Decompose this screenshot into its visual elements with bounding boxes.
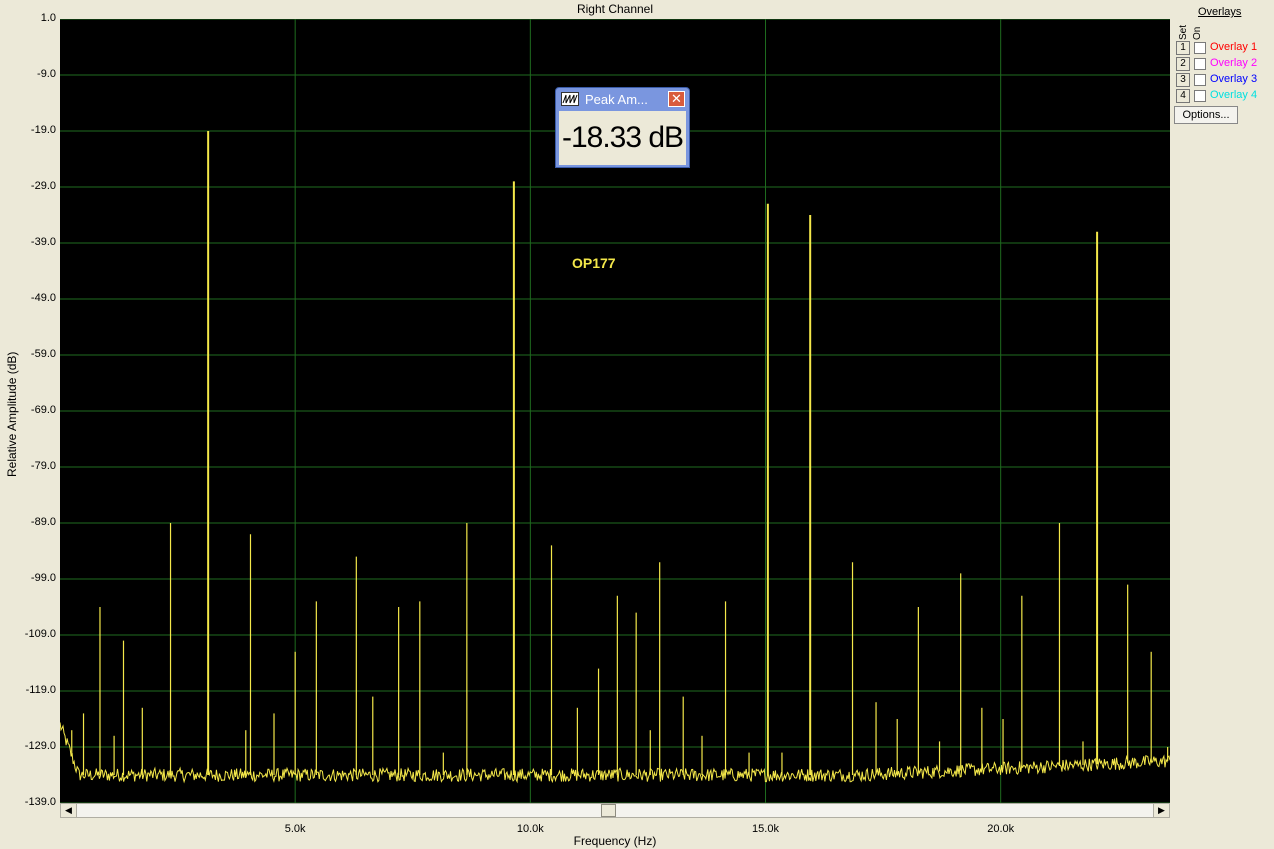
overlay-label: Overlay 2 xyxy=(1210,57,1258,69)
peak-amplitude-window[interactable]: Peak Am... ✕ -18.33 dB xyxy=(555,87,690,168)
overlay-label: Overlay 4 xyxy=(1210,89,1258,101)
y-tick-label: -139.0 xyxy=(24,796,56,808)
options-button[interactable]: Options... xyxy=(1174,106,1238,124)
overlay-checkbox[interactable] xyxy=(1194,58,1206,70)
overlay-checkbox[interactable] xyxy=(1194,42,1206,54)
scroll-left-button[interactable]: ◀ xyxy=(61,804,77,817)
y-tick-label: -79.0 xyxy=(30,460,56,472)
overlay-set-button[interactable]: 4 xyxy=(1176,89,1190,103)
y-tick-label: 1.0 xyxy=(40,12,56,24)
peak-window-title: Peak Am... xyxy=(585,92,648,107)
y-tick-label: -49.0 xyxy=(30,292,56,304)
y-tick-label: -69.0 xyxy=(30,404,56,416)
overlay-checkbox[interactable] xyxy=(1194,90,1206,102)
overlays-on-label: On xyxy=(1192,26,1203,40)
y-tick-label: -89.0 xyxy=(30,516,56,528)
y-tick-label: -109.0 xyxy=(24,628,56,640)
waveform-icon xyxy=(561,92,579,106)
scroll-thumb[interactable] xyxy=(601,804,616,817)
y-tick-label: -119.0 xyxy=(25,684,56,696)
y-axis-label: Relative Amplitude (dB) xyxy=(5,351,19,477)
chart-annotation: OP177 xyxy=(572,255,616,271)
scroll-right-button[interactable]: ▶ xyxy=(1153,804,1169,817)
y-tick-label: -9.0 xyxy=(37,68,56,80)
overlay-checkbox[interactable] xyxy=(1194,74,1206,86)
y-tick-label: -39.0 xyxy=(30,236,56,248)
close-icon[interactable]: ✕ xyxy=(668,91,685,107)
y-tick-label: -59.0 xyxy=(30,348,56,360)
y-tick-label: -19.0 xyxy=(30,124,56,136)
peak-window-body: -18.33 dB xyxy=(559,111,686,165)
y-tick-label: -129.0 xyxy=(24,740,56,752)
chart-title: Right Channel xyxy=(576,2,654,16)
y-tick-label: -29.0 xyxy=(30,180,56,192)
overlay-label: Overlay 3 xyxy=(1210,73,1258,85)
peak-amplitude-value: -18.33 dB xyxy=(561,121,684,154)
overlays-header: Overlays xyxy=(1198,6,1242,18)
y-tick-label: -99.0 xyxy=(30,572,56,584)
overlay-label: Overlay 1 xyxy=(1210,41,1258,53)
horizontal-scrollbar[interactable]: ◀ ▶ xyxy=(60,803,1170,818)
overlay-set-button[interactable]: 2 xyxy=(1176,57,1190,71)
overlay-set-button[interactable]: 3 xyxy=(1176,73,1190,87)
overlay-set-button[interactable]: 1 xyxy=(1176,41,1190,55)
x-axis-label: Frequency (Hz) xyxy=(573,834,657,848)
overlays-set-label: Set xyxy=(1178,24,1189,40)
peak-window-titlebar[interactable]: Peak Am... ✕ xyxy=(556,88,689,110)
